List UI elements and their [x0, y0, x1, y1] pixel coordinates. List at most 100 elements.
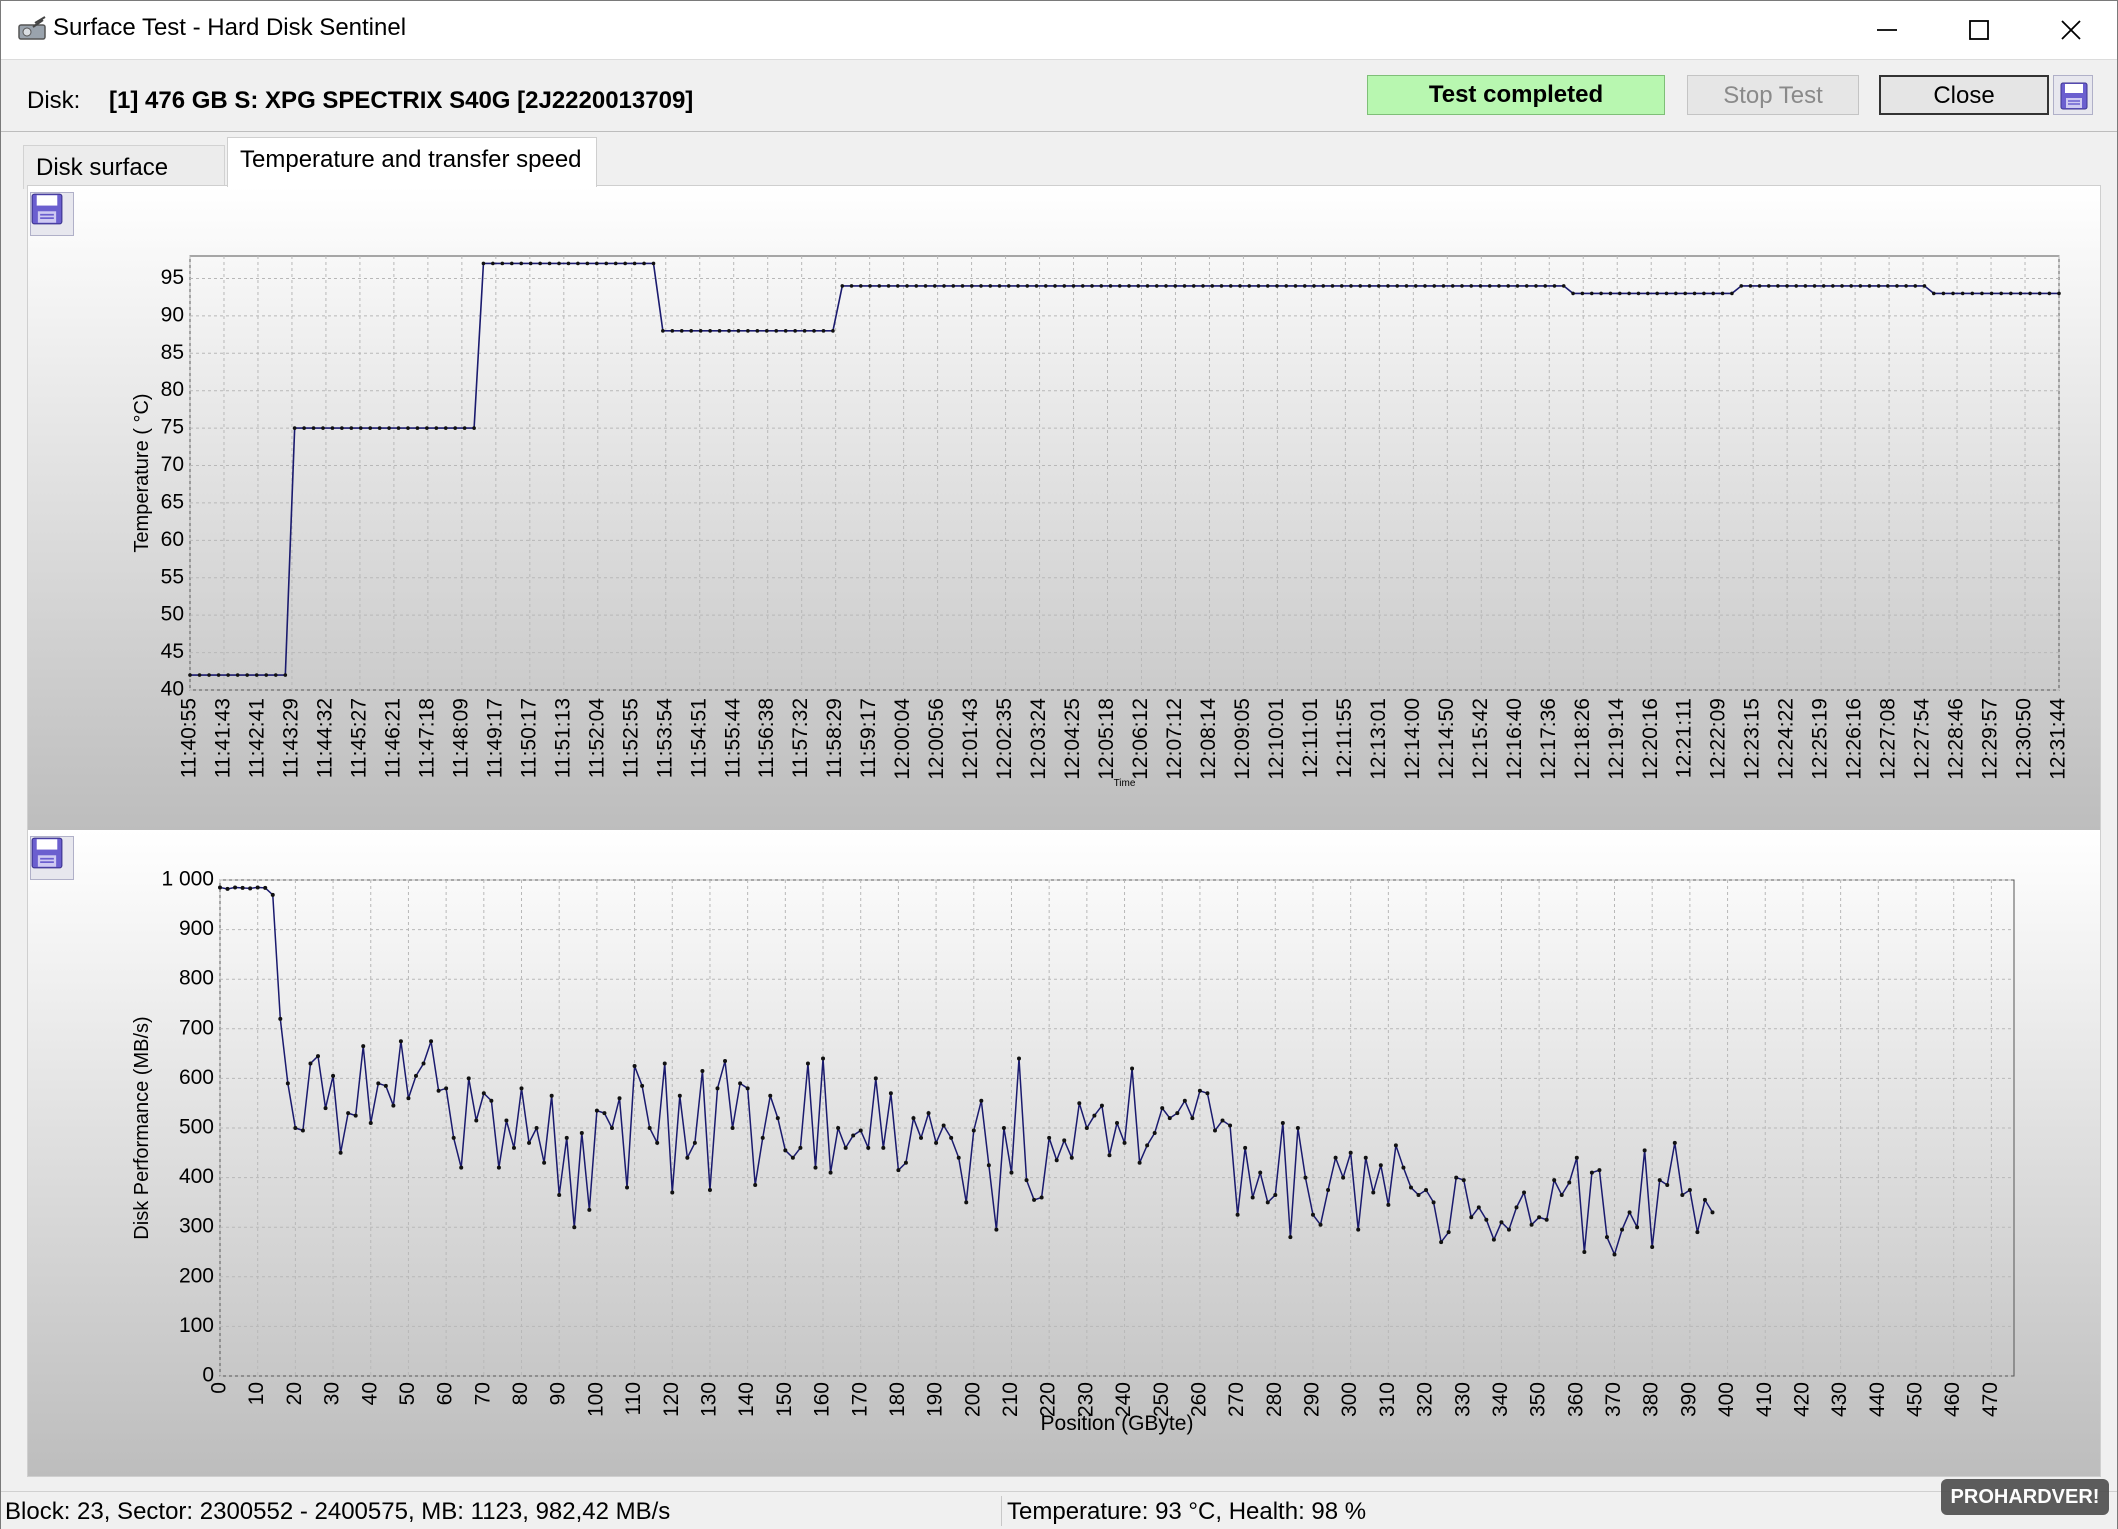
x-tick-label: 11:48:09: [449, 698, 472, 778]
performance-point: [1454, 1175, 1459, 1180]
temperature-point: [858, 284, 863, 288]
performance-point: [873, 1076, 878, 1081]
temperature-point: [1904, 284, 1908, 288]
watermark-logo: PROHARDVER!: [1941, 1479, 2109, 1515]
temperature-point: [1608, 291, 1613, 296]
status-divider: [1001, 1496, 1002, 1526]
performance-point: [609, 1126, 614, 1130]
performance-point: [1424, 1188, 1429, 1192]
temperature-point: [1599, 291, 1603, 296]
performance-point: [881, 1145, 886, 1150]
x-tick-label: 12:13:01: [1367, 698, 1390, 780]
temperature-point: [406, 426, 410, 430]
performance-point: [1559, 1192, 1564, 1197]
performance-point: [1589, 1170, 1594, 1175]
tab-temperature-transfer-speed[interactable]: Temperature and transfer speed: [227, 137, 597, 187]
save-performance-chart-button[interactable]: [30, 836, 74, 880]
performance-point: [1604, 1235, 1609, 1240]
temperature-point: [1062, 284, 1067, 288]
temperature-point: [1154, 284, 1159, 288]
performance-point: [632, 1064, 637, 1068]
performance-point: [662, 1061, 667, 1066]
temperature-point: [1432, 284, 1437, 288]
performance-point: [527, 1140, 532, 1145]
x-tick-label: 12:16:40: [1503, 698, 1526, 780]
performance-point: [1491, 1237, 1496, 1242]
save-temperature-chart-button[interactable]: [30, 192, 74, 236]
title-bar[interactable]: Surface Test - Hard Disk Sentinel: [1, 1, 2117, 59]
temperature-point: [1173, 284, 1178, 288]
temperature-point: [923, 284, 928, 288]
performance-point: [1205, 1091, 1210, 1096]
minimize-button[interactable]: [1841, 1, 1933, 59]
x-tick-label: 130: [698, 1382, 721, 1417]
x-tick-label: 200: [961, 1382, 984, 1417]
y-tick-label: 95: [161, 266, 184, 289]
temperature-point: [942, 284, 946, 288]
performance-point: [1318, 1222, 1323, 1227]
temperature-chart-area: 11:40:55 11:41:43 11:42:41 11:43:29 11:44:32…: [28, 186, 2100, 830]
x-tick-label: 12:29:57: [1979, 698, 2002, 780]
close-button[interactable]: Close: [1879, 75, 2049, 115]
performance-point: [1084, 1126, 1089, 1130]
temperature-point: [396, 426, 401, 430]
temperature-point: [661, 329, 665, 333]
tab-disk-surface-map[interactable]: Disk surface map: [23, 145, 225, 225]
y-tick-label: 800: [179, 967, 214, 990]
temperature-point: [2047, 291, 2052, 296]
temperature-point: [585, 261, 590, 266]
performance-point: [1680, 1192, 1685, 1197]
maximize-button[interactable]: [1933, 1, 2025, 59]
performance-point: [1310, 1212, 1315, 1217]
temperature-point: [1423, 284, 1427, 288]
temperature-point: [1506, 284, 1511, 288]
temperature-point: [651, 261, 656, 266]
x-tick-label: 12:03:24: [1027, 698, 1050, 780]
temperature-point: [755, 329, 760, 333]
save-icon: [2060, 82, 2088, 110]
performance-point: [225, 886, 230, 891]
x-tick-label: 11:58:29: [823, 698, 846, 778]
temperature-point: [979, 284, 983, 288]
temperature-point: [1895, 284, 1899, 288]
temperature-point: [1571, 291, 1575, 296]
temperature-point: [783, 329, 788, 333]
temperature-point: [292, 426, 297, 430]
x-axis-label: Time: [1114, 778, 1136, 789]
temperature-point: [1980, 291, 1984, 296]
temperature-point: [1256, 284, 1261, 288]
temperature-point: [793, 329, 797, 333]
x-tick-label: 470: [1979, 1382, 2002, 1417]
performance-point: [1378, 1163, 1383, 1168]
stop-test-button[interactable]: Stop Test: [1687, 75, 1859, 115]
performance-point: [1461, 1178, 1466, 1183]
temperature-point: [1757, 284, 1762, 288]
temperature-point: [932, 284, 937, 288]
temperature-point: [1025, 284, 1030, 288]
temperature-point: [1136, 284, 1141, 288]
performance-point: [700, 1068, 705, 1073]
temperature-point: [1655, 291, 1659, 296]
temperature-point: [472, 426, 476, 430]
temperature-point: [1201, 284, 1205, 288]
temperature-point: [358, 426, 363, 430]
temperature-point: [1312, 284, 1316, 288]
save-report-button[interactable]: [2053, 75, 2093, 115]
performance-point: [1197, 1088, 1202, 1093]
x-tick-label: 11:56:38: [755, 698, 778, 778]
performance-point: [1702, 1197, 1707, 1202]
temperature-point: [2028, 291, 2032, 296]
performance-point: [866, 1145, 871, 1150]
performance-point: [813, 1165, 818, 1170]
performance-point: [594, 1108, 599, 1113]
x-tick-label: 12:27:08: [1877, 698, 1900, 780]
temperature-point: [831, 329, 835, 333]
performance-point: [949, 1135, 954, 1140]
performance-point: [1182, 1098, 1187, 1103]
close-window-button[interactable]: [2025, 1, 2117, 59]
y-tick-label: 0: [202, 1364, 214, 1387]
y-tick-label: 600: [179, 1066, 214, 1089]
x-tick-label: 120: [660, 1382, 683, 1417]
performance-point: [1273, 1192, 1278, 1197]
temperature-chart: 11:40:55 11:41:43 11:42:41 11:43:29 11:44:32…: [28, 186, 2100, 830]
